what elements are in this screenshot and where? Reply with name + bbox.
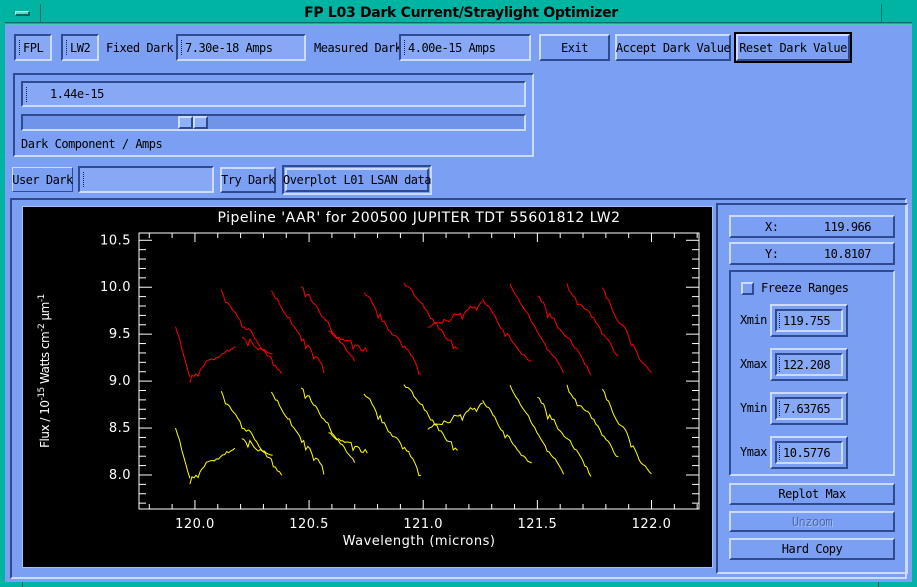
titlebar-joint [881,3,882,23]
text-cursor-icon [404,40,405,55]
ymin-field-frame: 7.63765 [770,392,848,425]
app-window: FP L03 Dark Current/Straylight Optimizer… [0,0,917,587]
ranges-frame: Freeze Ranges Xmin 119.755 Xmax 122.208 … [729,270,895,476]
unzoom-button[interactable]: Unzoom [729,511,895,532]
ymin-row: Ymin 7.63765 [731,392,893,425]
xmin-field-frame: 119.755 [770,304,848,337]
text-cursor-icon [779,445,780,460]
freeze-ranges-label: Freeze Ranges [761,281,849,295]
client-area: FPL LW2 Fixed Dark 7.30e-18 Amps Measure… [5,24,912,582]
hard-copy-button[interactable]: Hard Copy [729,538,895,560]
freeze-ranges-row: Freeze Ranges [741,281,849,295]
x-readout-label: X: [765,219,779,234]
text-cursor-icon [19,40,20,55]
window-title: FP L03 Dark Current/Straylight Optimizer [304,5,618,21]
xmax-field-frame: 122.208 [770,348,848,381]
try-dark-button[interactable]: Try Dark [220,167,276,193]
svg-text:10.0: 10.0 [100,280,131,295]
fixed-dark-label: Fixed Dark [106,41,174,55]
slider-thumb[interactable] [178,116,209,129]
reset-dark-value-button[interactable]: Reset Dark Value [736,34,850,61]
measured-dark-label: Measured Dark [314,41,402,55]
user-dark-field[interactable] [78,166,214,193]
xmin-row: Xmin 119.755 [731,304,893,337]
x-readout-value: 119.966 [823,219,872,234]
text-cursor-icon [181,40,182,55]
ymax-field[interactable]: 10.5776 [775,441,843,464]
window-menu-icon [15,10,30,16]
reset-focus-ring: Reset Dark Value [734,32,852,63]
ymax-label: Ymax [740,445,767,459]
dark-component-field[interactable]: 1.44e-15 [21,81,526,107]
window-menu-button[interactable] [5,3,41,23]
svg-text:120.5: 120.5 [289,517,329,532]
text-cursor-icon [779,313,780,328]
svg-text:9.0: 9.0 [109,374,131,389]
slider-thumb-cell [178,116,194,129]
dark-component-slider[interactable] [21,114,526,131]
exit-button[interactable]: Exit [539,34,610,61]
text-cursor-icon [83,172,84,187]
text-cursor-icon [26,86,27,102]
text-cursor-icon [779,357,780,372]
ymax-row: Ymax 10.5776 [731,436,893,469]
measured-dark-field[interactable]: 4.00e-15 Amps [399,34,531,61]
lw2-field[interactable]: LW2 [61,34,99,61]
dark-component-panel: 1.44e-15 Dark Component / Amps [13,73,534,157]
dark-component-label: Dark Component / Amps [21,137,163,151]
xmin-label: Xmin [740,313,767,327]
svg-text:10.5: 10.5 [100,233,131,248]
svg-text:121.5: 121.5 [518,517,558,532]
accept-dark-value-button[interactable]: Accept Dark Value [615,34,731,61]
text-cursor-icon [66,40,67,55]
ymin-label: Ymin [740,401,767,415]
text-cursor-icon [779,401,780,416]
overplot-l01-lsan-button[interactable]: Overplot L01 LSAN data [283,168,431,192]
svg-text:9.5: 9.5 [109,327,131,342]
y-readout-value: 10.8107 [823,246,872,261]
plot-control-panel: X: 119.966 Y: 10.8107 Freeze Ranges Xmin [716,203,908,574]
xmax-label: Xmax [740,357,767,371]
svg-text:120.0: 120.0 [175,517,215,532]
overplot-default-ring: Overplot L01 LSAN data [282,165,432,195]
freeze-ranges-checkbox[interactable] [741,281,754,295]
svg-text:Wavelength (microns): Wavelength (microns) [343,534,496,549]
cursor-x-readout: X: 119.966 [729,215,895,238]
spectrum-plot[interactable]: 120.0 120.5 121.0 121.5 122.0 Wavelength (mic… [23,207,712,567]
y-readout-label: Y: [765,246,779,261]
svg-text:122.0: 122.0 [632,517,672,532]
cursor-y-readout: Y: 10.8107 [729,242,895,265]
svg-text:8.0: 8.0 [109,468,131,483]
slider-thumb-cell [193,116,209,129]
svg-text:8.5: 8.5 [109,421,131,436]
ymax-field-frame: 10.5776 [770,436,848,469]
frame-joint-left [22,582,23,587]
spectrum-plot-area[interactable]: 120.0 120.5 121.0 121.5 122.0 Wavelength (mic… [22,206,713,568]
svg-text:121.0: 121.0 [403,517,443,532]
xmax-row: Xmax 122.208 [731,348,893,381]
user-dark-button[interactable]: User Dark [12,167,73,192]
xmin-field[interactable]: 119.755 [775,309,843,332]
xmax-field[interactable]: 122.208 [775,353,843,376]
svg-text:Pipeline 'AAR' for 200500 JUPI: Pipeline 'AAR' for 200500 JUPITER TDT 55… [217,210,620,226]
fpl-field[interactable]: FPL [14,34,52,61]
ymin-field[interactable]: 7.63765 [775,397,843,420]
title-bar: FP L03 Dark Current/Straylight Optimizer [5,3,912,23]
svg-text:Flux / 10-15​ Watts cm-2​ μm: Flux / 10-15​ Watts cm-2​ μm-1​ [37,294,52,448]
frame-joint-right [878,582,879,587]
fixed-dark-field[interactable]: 7.30e-18 Amps [176,34,306,61]
replot-max-button[interactable]: Replot Max [729,483,895,505]
